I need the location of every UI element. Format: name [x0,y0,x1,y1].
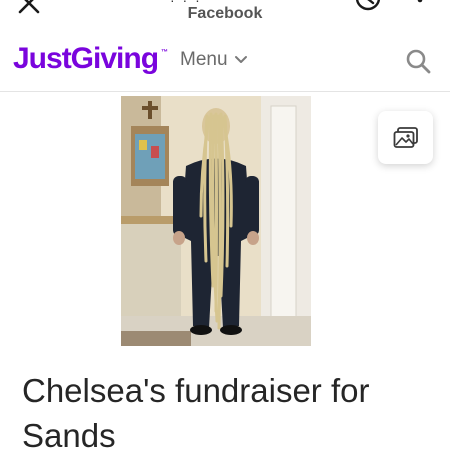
history-icon [355,0,381,11]
fundraiser-photo[interactable] [121,96,311,346]
menu-label: Menu [180,49,228,70]
search-button[interactable] [404,47,432,75]
page-title: Chelsea's fundraiser for Sands [22,372,370,450]
gallery-icon [393,126,418,148]
gallery-button[interactable] [378,111,433,164]
more-vertical-icon [417,0,423,3]
chevron-down-icon [234,56,247,63]
person-long-hair-photo [121,96,311,346]
logo-trademark: ™ [161,49,168,56]
menu-button[interactable]: Menu [180,48,248,72]
justgiving-logo[interactable]: JustGiving [13,42,159,76]
site-header: JustGiving ™ Menu [0,30,450,92]
browser-toolbar: · · · Facebook [0,0,450,30]
history-button[interactable] [352,0,384,18]
search-icon [406,49,431,74]
more-options-button[interactable] [410,0,430,16]
